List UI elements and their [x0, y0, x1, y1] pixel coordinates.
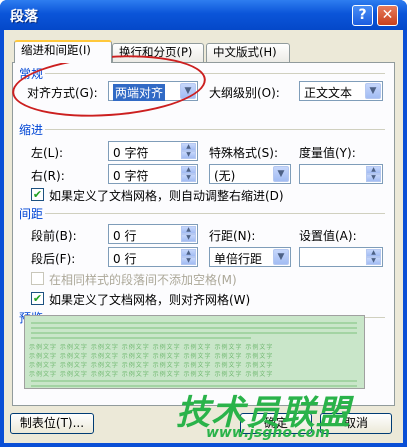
preview-sample-text: 示例文字 示例文字 示例文字 示例文字 示例文字 示例文字 示例文字 示例文字 — [29, 362, 274, 369]
right-indent-value: 0 字符 — [113, 169, 149, 183]
setting-value-label: 设置值(A): — [299, 229, 357, 243]
outline-level-label: 大纲级别(O): — [209, 86, 280, 100]
outline-level-value: 正文文本 — [304, 86, 353, 100]
auto-adjust-checkbox[interactable]: ✔ — [31, 188, 44, 201]
right-indent-label: 右(R): — [31, 169, 65, 183]
preview-line — [31, 327, 357, 329]
spinner-arrows-icon[interactable]: ▲ ▼ — [366, 166, 381, 182]
tab-indents-spacing[interactable]: 缩进和间距(I) — [14, 40, 112, 63]
left-indent-label: 左(L): — [31, 146, 64, 160]
spinner-arrows-icon[interactable]: ▲ ▼ — [181, 166, 196, 182]
watermark-url: www.jsgho.com — [206, 425, 330, 441]
setting-value-spinner[interactable]: ▲ ▼ — [299, 247, 383, 267]
preview-sample-text: 示例文字 示例文字 示例文字 示例文字 示例文字 示例文字 示例文字 示例文字 — [29, 353, 274, 360]
divider — [45, 213, 385, 214]
no-space-same-style-label: 在相同样式的段落间不添加空格(M) — [49, 273, 237, 287]
divider — [45, 129, 385, 130]
tab-stops-button[interactable]: 制表位(T)... — [10, 413, 94, 434]
dialog-window: 段落 ? ✕ 缩进和间距(I) 换行和分页(P) 中文版式(H) 常规 对齐方式… — [0, 0, 407, 447]
spinner-arrows-icon[interactable]: ▲ ▼ — [181, 143, 196, 159]
measure-spinner[interactable]: ▲ ▼ — [299, 164, 383, 184]
no-space-same-style-checkbox[interactable] — [31, 272, 44, 285]
outline-level-select[interactable]: 正文文本 ▼ — [299, 81, 383, 101]
chevron-down-icon[interactable]: ▼ — [365, 83, 381, 99]
spinner-arrows-icon[interactable]: ▲ ▼ — [366, 249, 381, 265]
chevron-down-icon[interactable]: ▼ — [273, 166, 289, 182]
space-after-spinner[interactable]: 0 行 ▲ ▼ — [108, 247, 198, 267]
space-after-value: 0 行 — [113, 252, 137, 266]
snap-to-grid-checkbox[interactable]: ✔ — [31, 292, 44, 305]
preview-sample-text: 示例文字 示例文字 示例文字 示例文字 示例文字 示例文字 示例文字 示例文字 — [29, 344, 274, 351]
line-spacing-label: 行距(N): — [209, 229, 256, 243]
preview-line — [31, 380, 357, 382]
line-spacing-select[interactable]: 单倍行距 ▼ — [209, 247, 291, 267]
spinner-arrows-icon[interactable]: ▲ ▼ — [181, 226, 196, 242]
close-button[interactable]: ✕ — [377, 5, 398, 26]
section-indent: 缩进 — [19, 123, 44, 137]
measure-label: 度量值(Y): — [299, 146, 356, 160]
snap-to-grid-label: 如果定义了文档网格，则对齐网格(W) — [49, 293, 251, 307]
help-button[interactable]: ? — [352, 5, 373, 26]
preview-line — [31, 332, 357, 334]
left-indent-value: 0 字符 — [113, 146, 149, 160]
preview-sample-text: 示例文字 示例文字 示例文字 示例文字 示例文字 示例文字 示例文字 示例文字 — [29, 371, 274, 378]
space-before-label: 段前(B): — [31, 229, 77, 243]
special-format-select[interactable]: (无) ▼ — [209, 164, 291, 184]
space-before-spinner[interactable]: 0 行 ▲ ▼ — [108, 224, 198, 244]
preview-pane: 示例文字 示例文字 示例文字 示例文字 示例文字 示例文字 示例文字 示例文字 … — [24, 315, 365, 389]
spinner-arrows-icon[interactable]: ▲ ▼ — [181, 249, 196, 265]
auto-adjust-label: 如果定义了文档网格，则自动调整右缩进(D) — [49, 189, 284, 203]
line-spacing-value: 单倍行距 — [214, 252, 263, 266]
preview-line — [31, 322, 357, 324]
tab-asian-typography[interactable]: 中文版式(H) — [206, 43, 290, 62]
preview-line — [31, 337, 251, 339]
tab-strip: 缩进和间距(I) 换行和分页(P) 中文版式(H) — [14, 40, 394, 63]
right-indent-spinner[interactable]: 0 字符 ▲ ▼ — [108, 164, 198, 184]
space-before-value: 0 行 — [113, 229, 137, 243]
title-bar[interactable]: 段落 ? ✕ — [0, 0, 407, 30]
chevron-down-icon[interactable]: ▼ — [273, 249, 289, 265]
special-format-value: (无) — [214, 169, 236, 183]
special-format-label: 特殊格式(S): — [209, 146, 279, 160]
space-after-label: 段后(F): — [31, 252, 76, 266]
section-spacing: 间距 — [19, 207, 44, 221]
dialog-title: 段落 — [10, 9, 38, 25]
left-indent-spinner[interactable]: 0 字符 ▲ ▼ — [108, 141, 198, 161]
